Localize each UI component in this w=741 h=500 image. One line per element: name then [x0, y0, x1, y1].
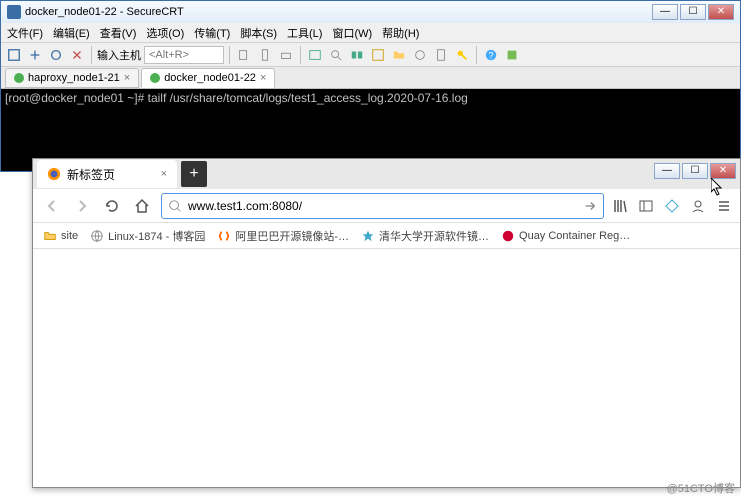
home-button[interactable] — [131, 195, 153, 217]
cursor-icon — [711, 178, 723, 196]
securecrt-tabs: haproxy_node1-21 × docker_node01-22 × — [1, 67, 740, 89]
toolbar-folder-icon[interactable] — [390, 46, 408, 64]
menu-icon[interactable] — [716, 198, 732, 214]
securecrt-toolbar: 输入主机 ? — [1, 43, 740, 67]
ff-close-button[interactable]: ✕ — [710, 163, 736, 179]
toolbar-about-icon[interactable] — [503, 46, 521, 64]
url-input[interactable] — [188, 199, 577, 213]
library-icon[interactable] — [612, 198, 628, 214]
firefox-content — [33, 249, 740, 487]
menu-view[interactable]: 查看(V) — [100, 25, 137, 41]
tab-label: haproxy_node1-21 — [28, 72, 120, 84]
forward-button[interactable] — [71, 195, 93, 217]
bookmark-tsinghua[interactable]: 清华大学开源软件镜… — [361, 228, 489, 244]
menu-edit[interactable]: 编辑(E) — [53, 25, 90, 41]
tab-haproxy[interactable]: haproxy_node1-21 × — [5, 68, 139, 88]
menu-transfer[interactable]: 传输(T) — [194, 25, 230, 41]
toolbar-options-icon[interactable] — [411, 46, 429, 64]
menu-tools[interactable]: 工具(L) — [287, 25, 322, 41]
toolbar-find-icon[interactable] — [327, 46, 345, 64]
host-label: 输入主机 — [97, 47, 141, 63]
quay-icon — [501, 229, 515, 243]
go-arrow-icon[interactable] — [583, 199, 597, 213]
watermark: @51CTO博客 — [667, 480, 735, 496]
toolbar-sessions-icon[interactable] — [348, 46, 366, 64]
securecrt-title: docker_node01-22 - SecureCRT — [25, 6, 184, 18]
menu-file[interactable]: 文件(F) — [7, 25, 43, 41]
url-bar[interactable] — [161, 193, 604, 219]
firefox-toolbar — [33, 189, 740, 223]
star-icon — [361, 229, 375, 243]
firefox-tab-label: 新标签页 — [67, 166, 115, 183]
status-dot-icon — [14, 73, 24, 83]
toolbar-disconnect-icon[interactable] — [68, 46, 86, 64]
terminal-line: [root@docker_node01 ~]# tailf /usr/share… — [5, 91, 468, 105]
toolbar-newsession-icon[interactable] — [369, 46, 387, 64]
toolbar-key-icon[interactable] — [453, 46, 471, 64]
close-button[interactable]: ✕ — [708, 4, 734, 20]
tab-label: docker_node01-22 — [164, 72, 256, 84]
reload-button[interactable] — [101, 195, 123, 217]
toolbar-paste-icon[interactable] — [256, 46, 274, 64]
firefox-icon — [47, 167, 61, 181]
toolbar-quick-connect-icon[interactable] — [26, 46, 44, 64]
extension-icon[interactable] — [664, 198, 680, 214]
toolbar-copy-icon[interactable] — [235, 46, 253, 64]
securecrt-titlebar: docker_node01-22 - SecureCRT — ☐ ✕ — [1, 1, 740, 23]
ff-maximize-button[interactable]: ☐ — [682, 163, 708, 179]
toolbar-reconnect-icon[interactable] — [47, 46, 65, 64]
securecrt-menubar: 文件(F) 编辑(E) 查看(V) 选项(O) 传输(T) 脚本(S) 工具(L… — [1, 23, 740, 43]
maximize-button[interactable]: ☐ — [680, 4, 706, 20]
back-button[interactable] — [41, 195, 63, 217]
menu-script[interactable]: 脚本(S) — [240, 25, 277, 41]
minimize-button[interactable]: — — [652, 4, 678, 20]
securecrt-app-icon — [7, 5, 21, 19]
menu-help[interactable]: 帮助(H) — [382, 25, 419, 41]
toolbar-log-icon[interactable] — [432, 46, 450, 64]
securecrt-window: docker_node01-22 - SecureCRT — ☐ ✕ 文件(F)… — [0, 0, 741, 172]
sidebar-icon[interactable] — [638, 198, 654, 214]
fxa-icon[interactable] — [690, 198, 706, 214]
status-dot-icon — [150, 73, 160, 83]
firefox-window: 新标签页 × + — ☐ ✕ site — [32, 158, 741, 488]
search-icon — [168, 199, 182, 213]
bracket-icon — [217, 229, 231, 243]
new-tab-button[interactable]: + — [181, 161, 207, 187]
host-input[interactable] — [144, 46, 224, 64]
menu-window[interactable]: 窗口(W) — [332, 25, 372, 41]
firefox-tab[interactable]: 新标签页 × — [37, 160, 177, 188]
toolbar-connect-icon[interactable] — [5, 46, 23, 64]
bookmark-aliyun[interactable]: 阿里巴巴开源镜像站-… — [217, 228, 349, 244]
close-icon[interactable]: × — [124, 72, 130, 84]
globe-icon — [90, 229, 104, 243]
close-icon[interactable]: × — [161, 168, 167, 180]
bookmark-linux[interactable]: Linux-1874 - 博客园 — [90, 228, 205, 244]
toolbar-print-icon[interactable] — [277, 46, 295, 64]
toolbar-help-icon[interactable]: ? — [482, 46, 500, 64]
tab-docker[interactable]: docker_node01-22 × — [141, 68, 275, 88]
ff-minimize-button[interactable]: — — [654, 163, 680, 179]
bookmarks-bar: site Linux-1874 - 博客园 阿里巴巴开源镜像站-… 清华大学开源… — [33, 223, 740, 249]
firefox-tabbar: 新标签页 × + — ☐ ✕ — [33, 159, 740, 189]
svg-text:?: ? — [489, 50, 494, 60]
bookmark-site[interactable]: site — [43, 229, 78, 243]
folder-icon — [43, 229, 57, 243]
menu-options[interactable]: 选项(O) — [146, 25, 184, 41]
toolbar-properties-icon[interactable] — [306, 46, 324, 64]
bookmark-quay[interactable]: Quay Container Reg… — [501, 229, 630, 243]
close-icon[interactable]: × — [260, 72, 266, 84]
